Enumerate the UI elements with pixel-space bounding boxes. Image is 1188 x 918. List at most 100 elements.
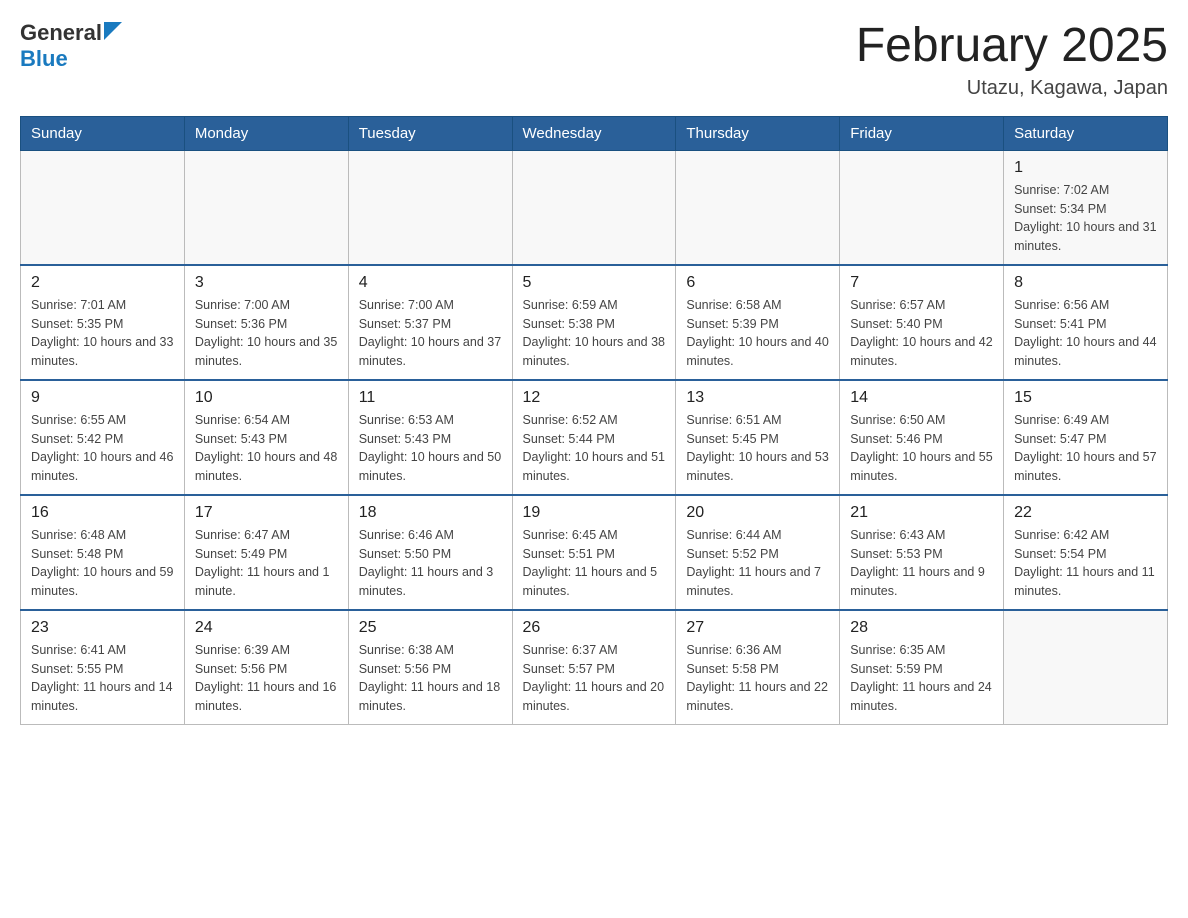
table-row (21, 150, 185, 265)
day-number: 9 (31, 389, 174, 407)
day-info: Sunrise: 6:54 AMSunset: 5:43 PMDaylight:… (195, 411, 338, 486)
table-row (1004, 610, 1168, 725)
table-row (676, 150, 840, 265)
day-info: Sunrise: 6:57 AMSunset: 5:40 PMDaylight:… (850, 296, 993, 371)
day-number: 7 (850, 274, 993, 292)
logo-general-text: General (20, 20, 102, 46)
table-row: 10 Sunrise: 6:54 AMSunset: 5:43 PMDayligh… (184, 380, 348, 495)
day-info: Sunrise: 6:47 AMSunset: 5:49 PMDaylight:… (195, 526, 338, 601)
day-info: Sunrise: 6:41 AMSunset: 5:55 PMDaylight:… (31, 641, 174, 716)
day-info: Sunrise: 6:46 AMSunset: 5:50 PMDaylight:… (359, 526, 502, 601)
day-number: 2 (31, 274, 174, 292)
day-number: 4 (359, 274, 502, 292)
title-section: February 2025 Utazu, Kagawa, Japan (856, 20, 1168, 100)
day-number: 8 (1014, 274, 1157, 292)
month-title: February 2025 (856, 20, 1168, 73)
logo-arrow-icon (104, 22, 126, 44)
day-info: Sunrise: 6:51 AMSunset: 5:45 PMDaylight:… (686, 411, 829, 486)
day-info: Sunrise: 6:45 AMSunset: 5:51 PMDaylight:… (523, 526, 666, 601)
table-row: 12Sunrise: 6:52 AMSunset: 5:44 PMDayligh… (512, 380, 676, 495)
col-tuesday: Tuesday (348, 116, 512, 150)
table-row: 15Sunrise: 6:49 AMSunset: 5:47 PMDayligh… (1004, 380, 1168, 495)
table-row: 8 Sunrise: 6:56 AMSunset: 5:41 PMDaylight… (1004, 265, 1168, 380)
table-row: 17 Sunrise: 6:47 AMSunset: 5:49 PMDayligh… (184, 495, 348, 610)
day-number: 11 (359, 389, 502, 407)
table-row: 16Sunrise: 6:48 AMSunset: 5:48 PMDayligh… (21, 495, 185, 610)
day-number: 22 (1014, 504, 1157, 522)
day-info: Sunrise: 6:50 AMSunset: 5:46 PMDaylight:… (850, 411, 993, 486)
day-info: Sunrise: 7:01 AMSunset: 5:35 PMDaylight:… (31, 296, 174, 371)
table-row: 1 Sunrise: 7:02 AMSunset: 5:34 PMDaylight… (1004, 150, 1168, 265)
day-info: Sunrise: 6:52 AMSunset: 5:44 PMDaylight:… (523, 411, 666, 486)
day-info: Sunrise: 6:44 AMSunset: 5:52 PMDaylight:… (686, 526, 829, 601)
day-info: Sunrise: 6:53 AMSunset: 5:43 PMDaylight:… (359, 411, 502, 486)
table-row: 25 Sunrise: 6:38 AMSunset: 5:56 PMDayligh… (348, 610, 512, 725)
day-info: Sunrise: 7:02 AMSunset: 5:34 PMDaylight:… (1014, 181, 1157, 256)
col-wednesday: Wednesday (512, 116, 676, 150)
table-row: 3 Sunrise: 7:00 AMSunset: 5:36 PMDaylight… (184, 265, 348, 380)
calendar-week-row: 9 Sunrise: 6:55 AMSunset: 5:42 PMDaylight… (21, 380, 1168, 495)
day-info: Sunrise: 6:42 AMSunset: 5:54 PMDaylight:… (1014, 526, 1157, 601)
table-row: 2 Sunrise: 7:01 AMSunset: 5:35 PMDaylight… (21, 265, 185, 380)
day-info: Sunrise: 6:56 AMSunset: 5:41 PMDaylight:… (1014, 296, 1157, 371)
location-title: Utazu, Kagawa, Japan (856, 77, 1168, 100)
day-info: Sunrise: 6:37 AMSunset: 5:57 PMDaylight:… (523, 641, 666, 716)
calendar-header-row: Sunday Monday Tuesday Wednesday Thursday… (21, 116, 1168, 150)
calendar-table: Sunday Monday Tuesday Wednesday Thursday… (20, 116, 1168, 725)
col-friday: Friday (840, 116, 1004, 150)
table-row: 14 Sunrise: 6:50 AMSunset: 5:46 PMDayligh… (840, 380, 1004, 495)
col-monday: Monday (184, 116, 348, 150)
day-info: Sunrise: 6:43 AMSunset: 5:53 PMDaylight:… (850, 526, 993, 601)
table-row: 7 Sunrise: 6:57 AMSunset: 5:40 PMDaylight… (840, 265, 1004, 380)
table-row (184, 150, 348, 265)
day-info: Sunrise: 7:00 AMSunset: 5:36 PMDaylight:… (195, 296, 338, 371)
day-number: 20 (686, 504, 829, 522)
table-row (840, 150, 1004, 265)
day-number: 14 (850, 389, 993, 407)
table-row: 24Sunrise: 6:39 AMSunset: 5:56 PMDayligh… (184, 610, 348, 725)
day-number: 25 (359, 619, 502, 637)
table-row: 23Sunrise: 6:41 AMSunset: 5:55 PMDayligh… (21, 610, 185, 725)
logo: General Blue (20, 20, 126, 72)
day-number: 28 (850, 619, 993, 637)
day-info: Sunrise: 6:59 AMSunset: 5:38 PMDaylight:… (523, 296, 666, 371)
day-info: Sunrise: 6:35 AMSunset: 5:59 PMDaylight:… (850, 641, 993, 716)
day-number: 6 (686, 274, 829, 292)
table-row: 5 Sunrise: 6:59 AMSunset: 5:38 PMDaylight… (512, 265, 676, 380)
day-number: 17 (195, 504, 338, 522)
col-thursday: Thursday (676, 116, 840, 150)
day-number: 27 (686, 619, 829, 637)
day-info: Sunrise: 6:55 AMSunset: 5:42 PMDaylight:… (31, 411, 174, 486)
table-row (512, 150, 676, 265)
day-info: Sunrise: 6:36 AMSunset: 5:58 PMDaylight:… (686, 641, 829, 716)
day-number: 5 (523, 274, 666, 292)
day-info: Sunrise: 7:00 AMSunset: 5:37 PMDaylight:… (359, 296, 502, 371)
day-number: 3 (195, 274, 338, 292)
day-info: Sunrise: 6:38 AMSunset: 5:56 PMDaylight:… (359, 641, 502, 716)
day-number: 18 (359, 504, 502, 522)
table-row: 18 Sunrise: 6:46 AMSunset: 5:50 PMDayligh… (348, 495, 512, 610)
table-row: 28 Sunrise: 6:35 AMSunset: 5:59 PMDayligh… (840, 610, 1004, 725)
day-number: 10 (195, 389, 338, 407)
day-number: 19 (523, 504, 666, 522)
table-row: 9 Sunrise: 6:55 AMSunset: 5:42 PMDaylight… (21, 380, 185, 495)
day-number: 15 (1014, 389, 1157, 407)
calendar-week-row: 16Sunrise: 6:48 AMSunset: 5:48 PMDayligh… (21, 495, 1168, 610)
table-row: 4 Sunrise: 7:00 AMSunset: 5:37 PMDaylight… (348, 265, 512, 380)
table-row: 20 Sunrise: 6:44 AMSunset: 5:52 PMDayligh… (676, 495, 840, 610)
day-number: 21 (850, 504, 993, 522)
col-saturday: Saturday (1004, 116, 1168, 150)
table-row: 21 Sunrise: 6:43 AMSunset: 5:53 PMDayligh… (840, 495, 1004, 610)
day-number: 13 (686, 389, 829, 407)
day-info: Sunrise: 6:58 AMSunset: 5:39 PMDaylight:… (686, 296, 829, 371)
calendar-week-row: 2 Sunrise: 7:01 AMSunset: 5:35 PMDaylight… (21, 265, 1168, 380)
day-number: 26 (523, 619, 666, 637)
col-sunday: Sunday (21, 116, 185, 150)
table-row (348, 150, 512, 265)
table-row: 27 Sunrise: 6:36 AMSunset: 5:58 PMDayligh… (676, 610, 840, 725)
table-row: 13 Sunrise: 6:51 AMSunset: 5:45 PMDayligh… (676, 380, 840, 495)
day-number: 1 (1014, 159, 1157, 177)
logo-blue-text: Blue (20, 46, 68, 71)
table-row: 19 Sunrise: 6:45 AMSunset: 5:51 PMDayligh… (512, 495, 676, 610)
table-row: 22 Sunrise: 6:42 AMSunset: 5:54 PMDayligh… (1004, 495, 1168, 610)
